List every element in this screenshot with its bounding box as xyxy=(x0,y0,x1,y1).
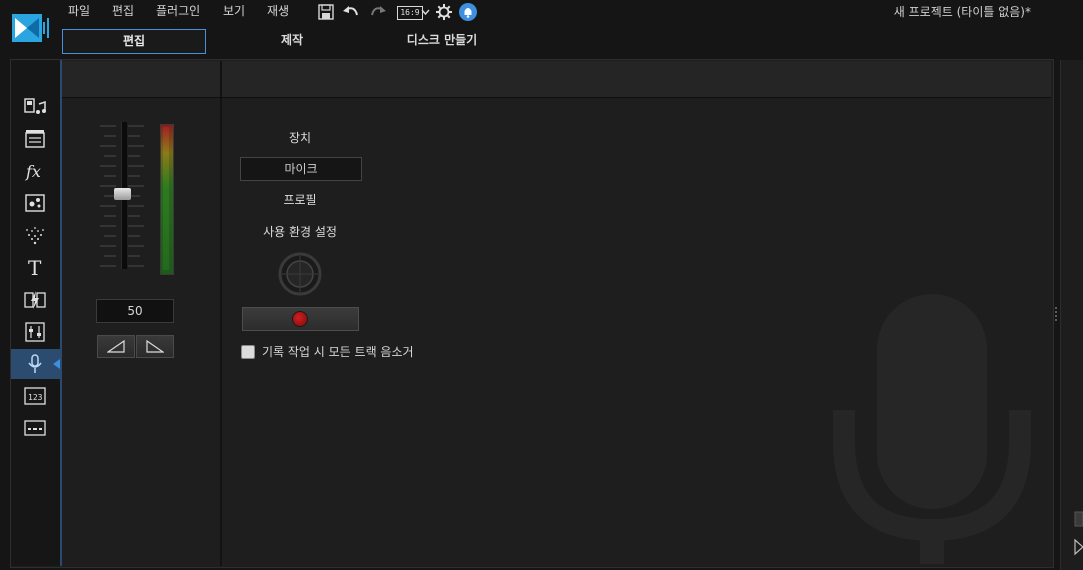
volume-slider-thumb[interactable] xyxy=(114,188,131,200)
device-label: 장치 xyxy=(288,131,312,145)
menu-edit[interactable]: 편집 xyxy=(112,2,134,19)
svg-text:fx: fx xyxy=(25,162,41,181)
particle-room-icon[interactable] xyxy=(22,224,48,246)
media-room-icon[interactable] xyxy=(22,96,48,118)
svg-text:T: T xyxy=(28,256,42,278)
menu-file[interactable]: 파일 xyxy=(68,2,90,19)
undo-icon[interactable] xyxy=(342,3,360,21)
mute-all-tracks-label: 기록 작업 시 모든 트랙 음소거 xyxy=(262,345,414,359)
audio-level-meter-fill xyxy=(163,127,169,270)
tab-edit[interactable]: 편집 xyxy=(62,29,206,54)
chevron-down-icon[interactable] xyxy=(421,8,430,17)
effects-fx-icon[interactable]: fx xyxy=(22,160,48,182)
app-logo-icon xyxy=(12,14,49,42)
window-title: 새 프로젝트 (타이틀 없음)* xyxy=(893,5,1031,19)
chapter-icon[interactable]: 123 xyxy=(22,385,48,407)
fade-out-button[interactable] xyxy=(136,335,174,358)
text-title-icon[interactable]: T xyxy=(22,256,48,278)
fade-in-icon xyxy=(107,340,125,353)
pip-objects-icon[interactable] xyxy=(22,192,48,214)
save-icon[interactable] xyxy=(317,3,335,21)
tab-produce[interactable]: 제작 xyxy=(222,29,362,52)
voice-over-mic-icon[interactable] xyxy=(22,353,48,375)
transition-icon[interactable] xyxy=(22,289,48,311)
volume-panel-header xyxy=(62,61,220,98)
profile-label[interactable]: 프로필 xyxy=(240,191,360,208)
sidebar-active-arrow-icon xyxy=(53,359,60,369)
tab-create-disc[interactable]: 디스크 만들기 xyxy=(380,29,504,52)
redo-icon[interactable] xyxy=(369,3,387,21)
panel-divider[interactable] xyxy=(220,61,222,566)
record-preview-icon xyxy=(278,252,322,296)
menu-plugins[interactable]: 플러그인 xyxy=(156,2,200,19)
record-dot-icon xyxy=(292,311,308,327)
preferences-label[interactable]: 사용 환경 설정 xyxy=(222,223,378,240)
microphone-watermark-icon xyxy=(833,294,1031,564)
title-room-icon[interactable] xyxy=(22,128,48,150)
audio-mixing-icon[interactable] xyxy=(22,321,48,343)
settings-gear-icon[interactable] xyxy=(435,3,453,21)
mute-all-tracks-checkbox[interactable] xyxy=(241,345,255,359)
sidebar-divider xyxy=(60,60,62,566)
record-panel-header xyxy=(222,61,1051,98)
right-side-panel xyxy=(1060,60,1083,570)
volume-value-field[interactable]: 50 xyxy=(96,299,174,323)
stop-button[interactable] xyxy=(1074,510,1083,528)
fade-in-button[interactable] xyxy=(97,335,135,358)
aspect-ratio-icon[interactable]: 16:9 xyxy=(397,6,423,20)
subtitle-icon[interactable] xyxy=(22,417,48,439)
menu-playback[interactable]: 재생 xyxy=(267,2,289,19)
resize-handle-icon[interactable] xyxy=(1053,306,1059,324)
device-dropdown[interactable]: 마이크 xyxy=(240,157,362,181)
fade-out-icon xyxy=(146,340,164,353)
play-icon[interactable] xyxy=(1074,538,1083,556)
notification-bell-icon[interactable] xyxy=(459,3,477,21)
svg-text:123: 123 xyxy=(28,393,43,402)
menu-view[interactable]: 보기 xyxy=(223,2,245,19)
